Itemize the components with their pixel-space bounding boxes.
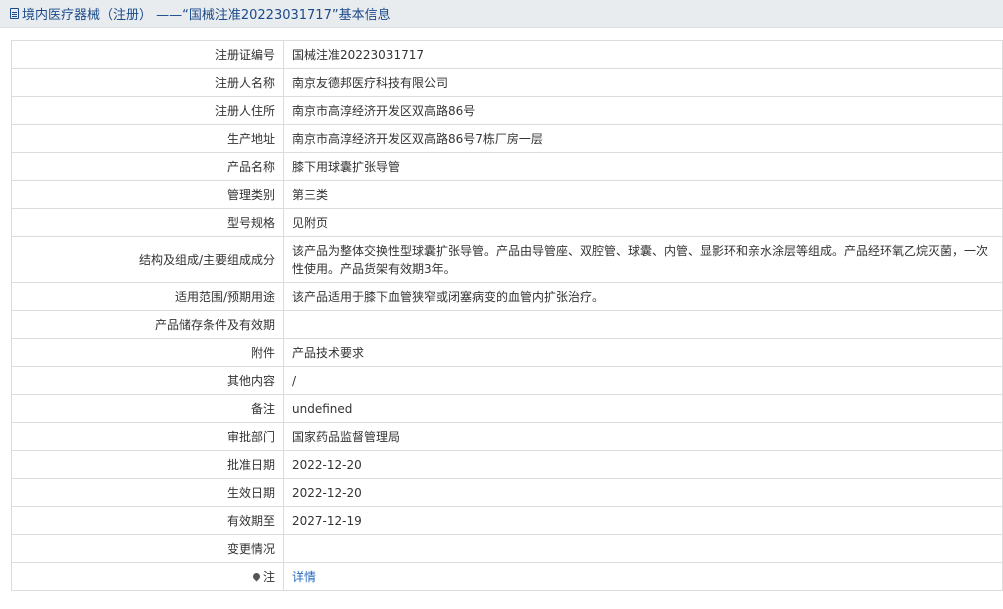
table-row: 型号规格 见附页 bbox=[11, 208, 1003, 237]
table-row: 结构及组成/主要组成成分 该产品为整体交换性型球囊扩张导管。产品由导管座、双腔管… bbox=[11, 236, 1003, 283]
page-title: 境内医疗器械（注册） ——“国械注准20223031717”基本信息 bbox=[22, 8, 391, 23]
row-value: 详情 bbox=[283, 562, 1003, 591]
table-row: 审批部门 国家药品监督管理局 bbox=[11, 422, 1003, 451]
row-label: 注册人名称 bbox=[11, 68, 284, 97]
row-label: 注册人住所 bbox=[11, 96, 284, 125]
row-value: 膝下用球囊扩张导管 bbox=[283, 152, 1003, 181]
table-row: 有效期至 2027-12-19 bbox=[11, 506, 1003, 535]
pin-icon bbox=[251, 571, 262, 581]
document-icon bbox=[10, 8, 19, 19]
row-label: 备注 bbox=[11, 394, 284, 423]
table-row: 生效日期 2022-12-20 bbox=[11, 478, 1003, 507]
row-value: 南京市高淳经济开发区双高路86号 bbox=[283, 96, 1003, 125]
row-label-text: 注 bbox=[262, 569, 275, 584]
table-row: 产品名称 膝下用球囊扩张导管 bbox=[11, 152, 1003, 181]
table-row: 批准日期 2022-12-20 bbox=[11, 450, 1003, 479]
row-value bbox=[283, 310, 1003, 339]
row-value: 国家药品监督管理局 bbox=[283, 422, 1003, 451]
row-label: 批准日期 bbox=[11, 450, 284, 479]
row-label: 审批部门 bbox=[11, 422, 284, 451]
row-label: 生产地址 bbox=[11, 124, 284, 153]
row-label: 注册证编号 bbox=[11, 40, 284, 69]
table-row: 注册人住所 南京市高淳经济开发区双高路86号 bbox=[11, 96, 1003, 125]
table-row: 注 详情 bbox=[11, 562, 1003, 591]
row-label: 型号规格 bbox=[11, 208, 284, 237]
row-value: 该产品适用于膝下血管狭窄或闭塞病变的血管内扩张治疗。 bbox=[283, 282, 1003, 311]
row-label: 有效期至 bbox=[11, 506, 284, 535]
row-label: 生效日期 bbox=[11, 478, 284, 507]
row-value: 国械注准20223031717 bbox=[283, 40, 1003, 69]
table-row: 注册人名称 南京友德邦医疗科技有限公司 bbox=[11, 68, 1003, 97]
row-value: 南京市高淳经济开发区双高路86号7栋厂房一层 bbox=[283, 124, 1003, 153]
row-label: 附件 bbox=[11, 338, 284, 367]
row-label: 产品储存条件及有效期 bbox=[11, 310, 284, 339]
table-row: 产品储存条件及有效期 bbox=[11, 310, 1003, 339]
row-label: 变更情况 bbox=[11, 534, 284, 563]
table-row: 适用范围/预期用途 该产品适用于膝下血管狭窄或闭塞病变的血管内扩张治疗。 bbox=[11, 282, 1003, 311]
table-row: 生产地址 南京市高淳经济开发区双高路86号7栋厂房一层 bbox=[11, 124, 1003, 153]
info-table: 注册证编号 国械注准20223031717 注册人名称 南京友德邦医疗科技有限公… bbox=[11, 40, 1003, 591]
row-label: 产品名称 bbox=[11, 152, 284, 181]
row-value: 第三类 bbox=[283, 180, 1003, 209]
row-value: 南京友德邦医疗科技有限公司 bbox=[283, 68, 1003, 97]
row-value bbox=[283, 534, 1003, 563]
row-value: 2022-12-20 bbox=[283, 450, 1003, 479]
row-value: 见附页 bbox=[283, 208, 1003, 237]
table-row: 其他内容 / bbox=[11, 366, 1003, 395]
row-label: 其他内容 bbox=[11, 366, 284, 395]
row-value: 该产品为整体交换性型球囊扩张导管。产品由导管座、双腔管、球囊、内管、显影环和亲水… bbox=[283, 236, 1003, 283]
row-value: 产品技术要求 bbox=[283, 338, 1003, 367]
page-header: 境内医疗器械（注册） ——“国械注准20223031717”基本信息 bbox=[0, 0, 1003, 28]
table-row: 变更情况 bbox=[11, 534, 1003, 563]
table-row: 附件 产品技术要求 bbox=[11, 338, 1003, 367]
table-row: 备注 undefined bbox=[11, 394, 1003, 423]
table-row: 管理类别 第三类 bbox=[11, 180, 1003, 209]
row-value: 2022-12-20 bbox=[283, 478, 1003, 507]
row-value: / bbox=[283, 366, 1003, 395]
row-value: 2027-12-19 bbox=[283, 506, 1003, 535]
row-value: undefined bbox=[283, 394, 1003, 423]
row-label: 管理类别 bbox=[11, 180, 284, 209]
note-label: 注 bbox=[11, 562, 284, 591]
details-link[interactable]: 详情 bbox=[292, 570, 316, 584]
table-row: 注册证编号 国械注准20223031717 bbox=[11, 40, 1003, 69]
row-label: 适用范围/预期用途 bbox=[11, 282, 284, 311]
row-label: 结构及组成/主要组成成分 bbox=[11, 236, 284, 283]
